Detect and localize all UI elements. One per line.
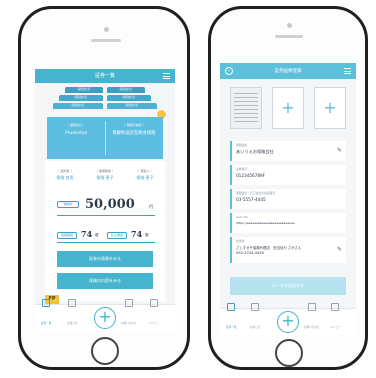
nav-menu[interactable]: メニュー <box>330 303 340 332</box>
nav-policy-list[interactable]: 証券一覧 <box>226 303 236 332</box>
app-header: ‹ 証券画像登録 <box>220 63 356 79</box>
field-phone-number[interactable]: 保険会社・窓口会社の電話番号 03-5557-4445 <box>230 189 346 209</box>
policy-tab[interactable]: 保険会社名 <box>53 103 103 109</box>
right-phone: ‹ 証券画像登録 + + 保険会社 あいうえお保険会社 ✎ 証券番号 01234… <box>208 6 368 370</box>
chat-icon <box>124 299 133 307</box>
nav-policy-list[interactable]: 証券一覧 <box>41 299 51 328</box>
edit-pencil-icon[interactable]: ✎ <box>337 246 342 253</box>
payment-period-pill: 払込期間 <box>107 232 127 239</box>
menu-icon <box>150 299 159 307</box>
screen-policy-image-register: ‹ 証券画像登録 + + 保険会社 あいうえお保険会社 ✎ 証券番号 01234… <box>220 63 356 335</box>
hamburger-menu-icon[interactable] <box>344 68 351 74</box>
premium-unit: 円 <box>149 204 153 209</box>
view-policy-content-button[interactable]: 保険の内容をみる <box>57 273 153 289</box>
product-value: 無解約返戻型終身保険 <box>112 131 156 136</box>
page-title: 証券一覧 <box>94 73 115 79</box>
amount-underline <box>57 215 155 216</box>
policy-tab[interactable]: 保険会社名 <box>107 95 151 101</box>
premium-pill: 保険料 <box>57 201 79 208</box>
policy-tab[interactable]: 保険会社名 <box>107 103 157 109</box>
field-agent[interactable]: 担当者 さしすせそ保険代理店 担当佳や さかさん 090-2234-4456 ✎ <box>230 237 346 263</box>
list-icon <box>227 303 236 311</box>
add-image-slot[interactable]: + <box>314 87 346 129</box>
payment-age: 74 <box>131 229 143 239</box>
add-image-slot[interactable]: + <box>272 87 304 129</box>
nav-notifications[interactable]: お知らせ <box>250 303 260 332</box>
field-policy-number[interactable]: 証券番号 0123456789F <box>230 165 346 185</box>
field-insurance-company[interactable]: 保険会社 あいうえお保険会社 ✎ <box>230 141 346 161</box>
front-camera <box>104 27 109 32</box>
nav-notifications[interactable]: お知らせ <box>67 299 77 328</box>
nav-contact[interactable]: お問い合わせ <box>304 303 320 332</box>
beneficiary: ［ 受取人 ］ 保険 恵子 <box>136 169 154 180</box>
premium-amount: 50,000 <box>85 197 135 212</box>
insured: ［ 被保険者 ］ 保険 恵子 <box>95 169 115 180</box>
coverage-period-pill: 保険期間 <box>57 232 77 239</box>
home-button[interactable] <box>275 339 303 367</box>
hamburger-menu-icon[interactable] <box>163 73 170 79</box>
policyholder: ［ 契約者 ］ 保険 良男 <box>56 169 74 180</box>
company-value: Prudential <box>65 131 87 136</box>
policy-document-thumbnail[interactable] <box>230 87 262 129</box>
field-website[interactable]: web site https://aaaaaaaaaaaaaaaaaaaaaaa… <box>230 213 346 233</box>
view-policy-image-button[interactable]: 証券の画像をみる <box>57 251 153 267</box>
plus-icon: + <box>281 98 295 117</box>
speaker-grille <box>91 39 121 42</box>
company-label: ［ 保険会社 ］ <box>66 123 86 127</box>
policy-tab[interactable]: 保険会社名 <box>65 87 103 93</box>
screen-policy-list: 証券一覧 保険会社名 保険会社名 保険会社名 保険会社名 保険会社名 保険会社名… <box>35 69 175 331</box>
app-header: 証券一覧 <box>35 69 175 83</box>
bell-icon <box>68 299 77 307</box>
product-label: ［ 保険の種類 ］ <box>122 123 146 127</box>
coverage-age: 74 <box>81 229 93 239</box>
front-camera <box>287 23 292 28</box>
list-icon <box>42 299 51 307</box>
bell-icon <box>251 303 260 311</box>
age-underline <box>57 242 155 243</box>
submit-data-button[interactable]: データを送信する <box>230 277 346 295</box>
add-policy-button[interactable]: + <box>277 311 299 333</box>
policy-tab[interactable]: 保険会社名 <box>107 87 145 93</box>
policy-card-header[interactable]: ［ 保険会社 ］ Prudential ［ 保険の種類 ］ 無解約返戻型終身保険 <box>47 117 163 159</box>
nav-contact[interactable]: お問い合わせ <box>121 299 137 328</box>
page-title: 証券画像登録 <box>274 69 302 74</box>
policy-card-body: ［ 契約者 ］ 保険 良男 ［ 被保険者 ］ 保険 恵子 ［ 受取人 ］ 保険 … <box>45 161 165 301</box>
plus-icon: + <box>323 98 337 117</box>
edit-pencil-icon[interactable]: ✎ <box>337 147 342 154</box>
nav-menu[interactable]: メニュー <box>149 299 159 328</box>
left-phone: 証券一覧 保険会社名 保険会社名 保険会社名 保険会社名 保険会社名 保険会社名… <box>18 6 190 370</box>
speaker-grille <box>275 35 303 38</box>
menu-icon <box>331 303 340 311</box>
add-policy-button[interactable]: + <box>94 307 116 329</box>
policy-tab[interactable]: 保険会社名 <box>59 95 103 101</box>
chat-icon <box>307 303 316 311</box>
home-button[interactable] <box>91 337 119 365</box>
coverage-age-unit: 歳 <box>95 233 99 237</box>
payment-age-unit: 歳 <box>145 233 149 237</box>
